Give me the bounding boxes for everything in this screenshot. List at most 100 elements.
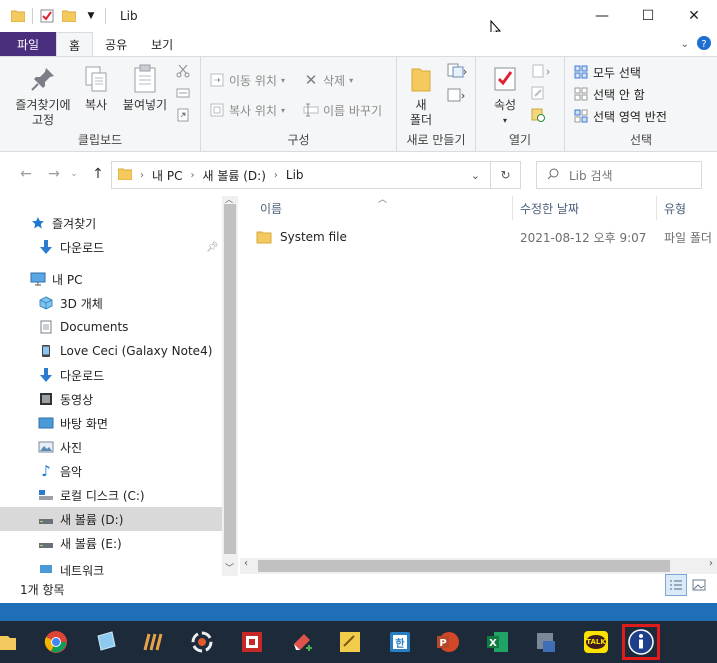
recent-locations-button[interactable]: ⌄ (68, 164, 80, 184)
customize-dropdown-icon[interactable]: ▼ (83, 8, 99, 24)
refresh-button[interactable]: ↻ (491, 161, 521, 189)
maximize-button[interactable]: ☐ (625, 0, 671, 32)
eraser-app-icon[interactable] (288, 628, 316, 656)
invert-selection-icon (573, 108, 589, 124)
breadcrumb-volume-d[interactable]: 새 볼륨 (D:) (202, 167, 265, 184)
network-icon (38, 562, 54, 576)
hangul-icon[interactable]: 한 (386, 628, 414, 656)
column-header-name[interactable]: 이름 (260, 196, 282, 220)
nav-item-pictures[interactable]: 사진 (0, 435, 222, 459)
nav-item-local-disk-c[interactable]: 로컬 디스크 (C:) (0, 483, 222, 507)
nav-item-quick-access[interactable]: 즐겨찾기 (0, 211, 222, 235)
sticky-notes-icon[interactable] (336, 628, 364, 656)
select-group: 모두 선택 선택 안 함 선택 영역 반전 선택 (565, 57, 717, 152)
nav-item-documents[interactable]: Documents (0, 315, 222, 339)
divider (32, 8, 33, 24)
kakao-talk-label: TALK (586, 638, 606, 646)
pin-label: 즐겨찾기에 (15, 98, 71, 112)
pin-to-quick-access-button[interactable]: 즐겨찾기에 고정 (8, 63, 78, 128)
nav-item-downloads[interactable]: 다운로드 (0, 363, 222, 387)
select-none-button[interactable]: 선택 안 함 (573, 83, 645, 105)
excel-icon[interactable]: X (484, 628, 512, 656)
info-app-icon[interactable] (622, 624, 660, 660)
new-item-icon[interactable] (445, 63, 469, 79)
tab-home[interactable]: 홈 (56, 32, 94, 57)
large-icons-view-button[interactable] (688, 574, 710, 596)
tab-share[interactable]: 공유 (93, 32, 139, 56)
rename-button[interactable]: 이름 바꾸기 (303, 99, 382, 121)
chevron-right-icon[interactable]: › (709, 558, 713, 569)
nav-item-videos[interactable]: 동영상 (0, 387, 222, 411)
settings-app-icon[interactable] (532, 628, 560, 656)
new-folder-icon (405, 63, 437, 95)
kakaotalk-icon[interactable]: TALK (582, 628, 610, 656)
minimize-button[interactable]: — (579, 0, 625, 32)
paste-shortcut-icon[interactable] (175, 107, 191, 123)
properties-button[interactable]: 속성 ▾ (486, 63, 524, 128)
tab-file[interactable]: 파일 (0, 32, 56, 56)
tab-view[interactable]: 보기 (139, 32, 185, 56)
delete-button[interactable]: ✕ 삭제 ▾ (303, 69, 353, 91)
chevron-down-icon[interactable]: ﹀ (225, 561, 234, 574)
close-button[interactable]: ✕ (671, 0, 717, 32)
column-header-modified[interactable]: 수정한 날짜 (520, 196, 579, 220)
properties-check-icon[interactable] (39, 8, 55, 24)
column-divider[interactable] (512, 196, 513, 220)
collapse-ribbon-icon[interactable]: ⌄ (681, 39, 689, 50)
address-history-chevron-icon[interactable]: ⌄ (471, 169, 480, 182)
back-button[interactable]: ← (16, 164, 36, 184)
easy-access-icon[interactable] (445, 87, 469, 103)
table-row[interactable]: System file 2021-08-12 오후 9:07 파일 폴더 (256, 226, 717, 248)
new-folder-icon[interactable] (61, 8, 77, 24)
nav-item-this-pc[interactable]: 내 PC (0, 267, 222, 291)
pin-icon[interactable]: 📌︎ (206, 242, 219, 253)
new-folder-button[interactable]: 새 폴더 (403, 63, 439, 128)
media-player-icon[interactable] (188, 628, 216, 656)
invert-selection-button[interactable]: 선택 영역 반전 (573, 105, 667, 127)
music-icon: ♪ (41, 462, 51, 480)
nav-scrollbar-thumb[interactable] (224, 204, 236, 554)
capture-app-icon[interactable] (238, 628, 266, 656)
column-divider[interactable] (656, 196, 657, 220)
nav-item-desktop[interactable]: 바탕 화면 (0, 411, 222, 435)
nav-item-network[interactable]: 네트워크 (0, 562, 222, 576)
details-view-button[interactable] (665, 574, 687, 596)
powerpoint-icon[interactable]: P (434, 628, 462, 656)
cut-icon[interactable] (175, 63, 191, 79)
select-all-button[interactable]: 모두 선택 (573, 61, 641, 83)
address-bar[interactable]: › 내 PC › 새 볼륨 (D:) › Lib ⌄ (111, 161, 491, 189)
open-icon[interactable] (530, 63, 554, 79)
file-explorer-icon[interactable] (0, 628, 16, 656)
horizontal-scrollbar-thumb[interactable] (258, 560, 670, 572)
help-icon[interactable]: ? (697, 36, 711, 53)
history-icon[interactable] (530, 107, 546, 123)
column-header-type[interactable]: 유형 (664, 196, 686, 220)
status-bar: 1개 항목 (0, 576, 717, 603)
divider (105, 8, 106, 24)
copy-button[interactable]: 복사 (78, 63, 114, 113)
nav-item-galaxy-note4[interactable]: Love Ceci (Galaxy Note4) (0, 339, 222, 363)
nav-item-music[interactable]: ♪ 음악 (0, 459, 222, 483)
pin-label-2: 고정 (31, 113, 55, 127)
nav-item-volume-e[interactable]: 새 볼륨 (E:) (0, 531, 222, 555)
search-input[interactable]: Lib 검색 (536, 161, 702, 189)
breadcrumb-lib[interactable]: Lib (286, 168, 304, 182)
search-icon (547, 168, 559, 183)
open-group: 속성 ▾ 열기 (476, 57, 565, 152)
edit-icon[interactable] (530, 85, 546, 101)
paste-button[interactable]: 붙여넣기 (118, 63, 172, 113)
nav-item-downloads-pinned[interactable]: 다운로드 📌︎ (0, 235, 222, 259)
move-to-button[interactable]: 이동 위치 ▾ (209, 69, 285, 91)
up-button[interactable]: ↑ (88, 164, 108, 184)
copy-path-icon[interactable] (175, 85, 191, 101)
nav-item-3d-objects[interactable]: 3D 개체 (0, 291, 222, 315)
copy-to-button[interactable]: 복사 위치 ▾ (209, 99, 285, 121)
notepad-app-icon[interactable] (92, 628, 120, 656)
winamp-icon[interactable] (140, 628, 168, 656)
forward-button[interactable]: → (44, 164, 64, 184)
chrome-icon[interactable] (42, 628, 70, 656)
folder-icon[interactable] (10, 8, 26, 24)
chevron-left-icon[interactable]: ‹ (244, 558, 248, 569)
breadcrumb-this-pc[interactable]: 내 PC (152, 167, 182, 184)
nav-item-volume-d[interactable]: 새 볼륨 (D:) (0, 507, 222, 531)
